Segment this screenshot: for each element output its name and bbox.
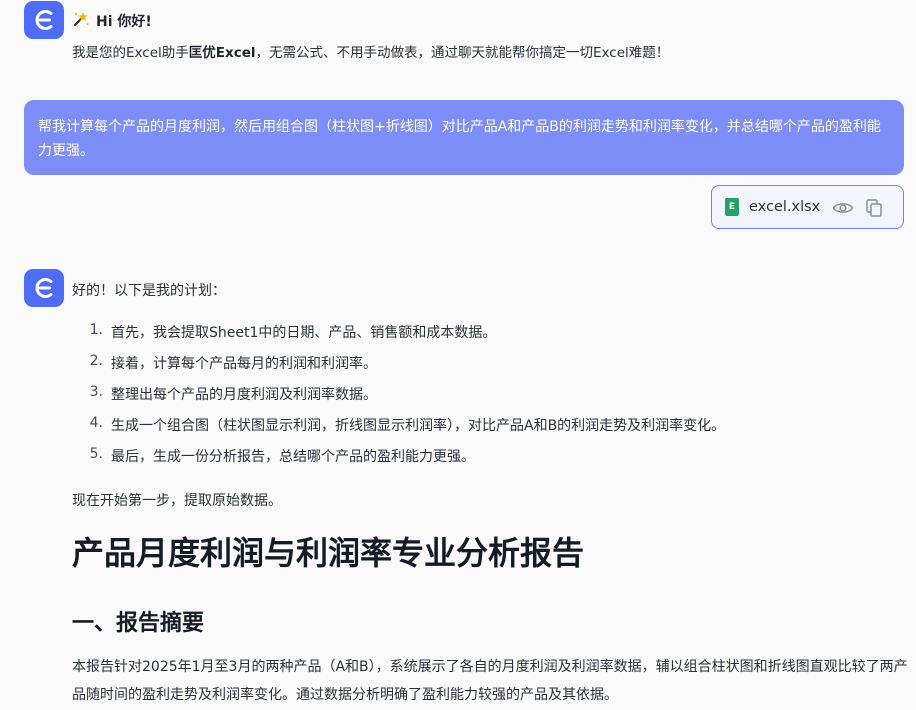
plan-item-text: 整理出每个产品的月度利润及利润率数据。 (111, 387, 377, 403)
user-message-bubble: 帮我计算每个产品的月度利润，然后用组合图（柱状图+折线图）对比产品A和产品B的利… (24, 100, 904, 175)
plan-item-number: 2. (89, 353, 103, 369)
plan-item-number: 3. (89, 384, 103, 400)
plan-list: 1. 首先，我会提取Sheet1中的日期、产品、销售额和成本数据。 2. 接着，计算… (72, 322, 726, 477)
greeting-title-row: Hi 你好! (72, 10, 152, 32)
greeting-sub-prefix: 我是您的Excel助手 (72, 45, 189, 61)
section-body-summary: 本报告针对2025年1月至3月的两种产品（A和B），系统展示了各自的月度利润及利… (72, 659, 908, 703)
plan-item-number: 5. (89, 446, 103, 462)
greeting-subtitle: 我是您的Excel助手匡优Excel，无需公式、不用手动做表，通过聊天就能帮你搞… (72, 41, 669, 61)
copy-icon (866, 199, 882, 217)
greeting-brand: 匡优Excel (188, 45, 256, 61)
greeting-title: Hi 你好! (96, 14, 152, 30)
plan-item-text: 最后，生成一份分析报告，总结哪个产品的盈利能力更强。 (111, 449, 475, 465)
start-step-line: 现在开始第一步，提取原始数据。 (72, 493, 282, 509)
user-message-text: 帮我计算每个产品的月度利润，然后用组合图（柱状图+折线图）对比产品A和产品B的利… (38, 119, 881, 159)
copy-button[interactable] (863, 197, 885, 219)
assistant-avatar (24, 1, 64, 39)
eye-icon (832, 203, 854, 213)
plan-item: 3. 整理出每个产品的月度利润及利润率数据。 (72, 384, 725, 415)
greeting-sub-suffix: ，无需公式、不用手动做表，通过聊天就能帮你搞定一切Excel难题！ (255, 45, 670, 61)
report-title: 产品月度利润与利润率专业分析报告 (72, 534, 585, 572)
brand-logo-icon (35, 10, 53, 30)
plan-item-text: 首先，我会提取Sheet1中的日期、产品、销售额和成本数据。 (111, 325, 497, 341)
section-title-summary: 一、报告摘要 (72, 611, 205, 636)
excel-file-badge-letter: E (728, 202, 736, 212)
file-name: excel.xlsx (749, 199, 821, 215)
plan-item-number: 1. (89, 322, 103, 338)
plan-item-number: 4. (89, 415, 103, 431)
sparkle-wand-icon (72, 10, 90, 32)
assistant-avatar (24, 269, 64, 307)
plan-item-text: 接着，计算每个产品每月的利润和利润率。 (111, 356, 377, 372)
plan-item-text: 生成一个组合图（柱状图显示利润，折线图显示利润率），对比产品A和B的利润走势及利… (111, 418, 726, 434)
preview-button[interactable] (832, 197, 854, 219)
excel-file-icon: E (725, 198, 739, 216)
file-attachment-chip[interactable]: E excel.xlsx (711, 185, 904, 229)
plan-item: 5. 最后，生成一份分析报告，总结哪个产品的盈利能力更强。 (72, 446, 725, 477)
plan-item: 1. 首先，我会提取Sheet1中的日期、产品、销售额和成本数据。 (72, 322, 725, 353)
plan-item: 4. 生成一个组合图（柱状图显示利润，折线图显示利润率），对比产品A和B的利润走势… (72, 415, 726, 446)
plan-intro: 好的！以下是我的计划： (72, 283, 226, 299)
plan-item: 2. 接着，计算每个产品每月的利润和利润率。 (72, 353, 725, 384)
brand-logo-icon (35, 278, 53, 298)
